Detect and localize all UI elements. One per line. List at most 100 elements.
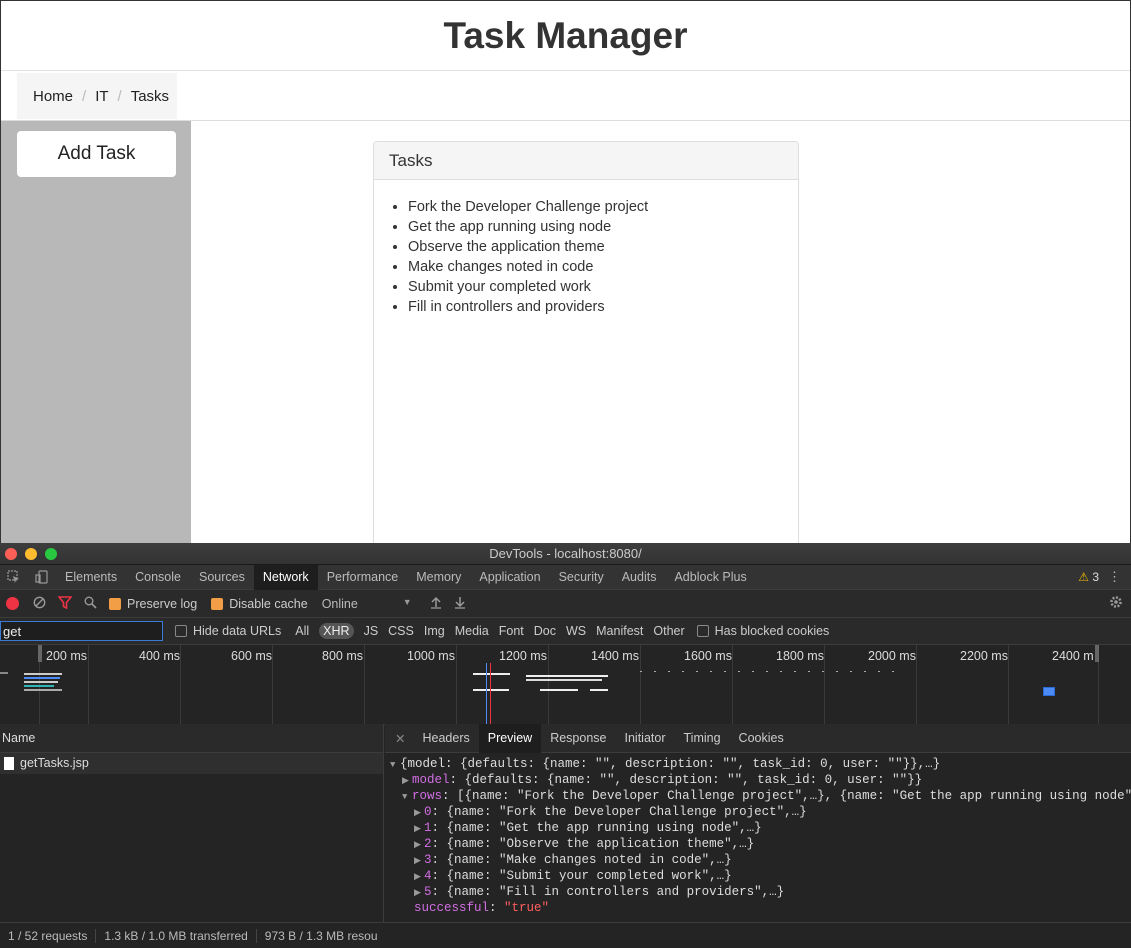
tab-headers[interactable]: Headers bbox=[413, 724, 478, 753]
dom-content-loaded-marker bbox=[486, 663, 487, 725]
warning-icon: ⚠ bbox=[1078, 570, 1089, 584]
tab-timing[interactable]: Timing bbox=[675, 724, 730, 753]
task-item: Get the app running using node bbox=[408, 217, 798, 237]
waterfall-bar bbox=[24, 681, 58, 683]
waterfall-bar bbox=[24, 689, 62, 691]
collapsed-arrow-icon: ▶ bbox=[402, 776, 409, 786]
tab-preview[interactable]: Preview bbox=[478, 723, 542, 753]
resources-size: 973 B / 1.3 MB resou bbox=[264, 928, 378, 943]
warnings-badge[interactable]: ⚠ 3 bbox=[1078, 570, 1099, 584]
network-toolbar: Preserve log Disable cache Online ▼ bbox=[0, 590, 1131, 618]
preserve-log-checkbox[interactable]: Preserve log bbox=[109, 597, 197, 611]
clear-icon[interactable] bbox=[33, 596, 46, 612]
tab-sources[interactable]: Sources bbox=[190, 565, 254, 590]
hide-data-urls-checkbox[interactable]: Hide data URLs bbox=[175, 624, 281, 638]
filter-type-ws[interactable]: WS bbox=[566, 624, 586, 638]
tab-cookies[interactable]: Cookies bbox=[730, 724, 793, 753]
tab-audits[interactable]: Audits bbox=[613, 565, 666, 590]
page-title: Task Manager bbox=[443, 14, 688, 56]
devtools-window: DevTools - localhost:8080/ Elements Cons… bbox=[0, 543, 1131, 948]
import-har-icon[interactable] bbox=[430, 596, 442, 612]
filter-type-css[interactable]: CSS bbox=[388, 624, 414, 638]
filter-type-doc[interactable]: Doc bbox=[534, 624, 556, 638]
devtools-title: DevTools - localhost:8080/ bbox=[489, 546, 642, 561]
request-row[interactable]: getTasks.jsp bbox=[0, 753, 383, 774]
timeline-handle-right[interactable] bbox=[1095, 645, 1099, 662]
minimize-window-button[interactable] bbox=[25, 548, 37, 560]
json-row-item[interactable]: ▶ 4: {name: "Submit your completed work",… bbox=[385, 868, 1131, 884]
add-task-button[interactable]: Add Task bbox=[17, 131, 176, 177]
more-options-icon[interactable]: ⋮ bbox=[1108, 569, 1121, 585]
json-successful-line: successful: "true" bbox=[414, 901, 550, 915]
json-rows-line[interactable]: ▼ rows: [{name: "Fork the Developer Chall… bbox=[385, 788, 1131, 804]
tasks-panel: Tasks Fork the Developer Challenge proje… bbox=[373, 141, 799, 543]
collapsed-arrow-icon: ▶ bbox=[414, 872, 421, 882]
request-name: getTasks.jsp bbox=[20, 756, 89, 770]
search-icon[interactable] bbox=[84, 596, 97, 612]
json-row-item[interactable]: ▶ 5: {name: "Fill in controllers and prov… bbox=[385, 884, 1131, 900]
network-timeline[interactable]: 200 ms 400 ms 600 ms 800 ms 1000 ms 1200… bbox=[0, 645, 1131, 725]
timeline-tick-label: 800 ms bbox=[322, 649, 363, 663]
inspect-element-icon[interactable] bbox=[0, 565, 28, 590]
breadcrumb-separator: / bbox=[117, 87, 122, 105]
filter-type-js[interactable]: JS bbox=[364, 624, 379, 638]
timeline-gridline bbox=[272, 645, 273, 725]
maximize-window-button[interactable] bbox=[45, 548, 57, 560]
tab-console[interactable]: Console bbox=[126, 565, 190, 590]
filter-type-img[interactable]: Img bbox=[424, 624, 445, 638]
collapsed-arrow-icon: ▶ bbox=[414, 888, 421, 898]
tab-performance[interactable]: Performance bbox=[318, 565, 408, 590]
json-row-item[interactable]: ▶ 2: {name: "Observe the application them… bbox=[385, 836, 1131, 852]
disable-cache-label: Disable cache bbox=[229, 596, 308, 611]
tab-response[interactable]: Response bbox=[541, 724, 615, 753]
timeline-gridline bbox=[916, 645, 917, 725]
filter-type-manifest[interactable]: Manifest bbox=[596, 624, 643, 638]
tab-application[interactable]: Application bbox=[470, 565, 549, 590]
breadcrumb-it[interactable]: IT bbox=[95, 88, 108, 105]
timeline-gridline bbox=[1008, 645, 1009, 725]
app-header: Task Manager bbox=[1, 1, 1130, 71]
timeline-gridline bbox=[180, 645, 181, 725]
json-model-line[interactable]: ▶ model: {defaults: {name: "", descriptio… bbox=[385, 772, 1131, 788]
has-blocked-cookies-checkbox[interactable]: Has blocked cookies bbox=[696, 624, 829, 638]
app-window: Task Manager Home / IT / Tasks Add Task … bbox=[0, 0, 1131, 543]
throttling-select[interactable]: Online ▼ bbox=[322, 597, 412, 611]
close-window-button[interactable] bbox=[5, 548, 17, 560]
export-har-icon[interactable] bbox=[454, 596, 466, 612]
json-value: [{name: "Fork the Developer Challenge pr… bbox=[457, 789, 1131, 803]
timeline-tick-label: 1800 ms bbox=[776, 649, 824, 663]
device-toolbar-icon[interactable] bbox=[28, 565, 56, 590]
detail-tab-bar: ✕ Headers Preview Response Initiator Tim… bbox=[385, 723, 1131, 753]
record-button[interactable] bbox=[6, 597, 19, 610]
filter-input[interactable] bbox=[0, 621, 163, 641]
filter-type-other[interactable]: Other bbox=[653, 624, 684, 638]
json-row-item[interactable]: ▶ 3: {name: "Make changes noted in code",… bbox=[385, 852, 1131, 868]
waterfall-bar bbox=[24, 673, 62, 675]
filter-type-xhr[interactable]: XHR bbox=[319, 623, 354, 639]
filter-type-all[interactable]: All bbox=[295, 624, 309, 638]
expanded-arrow-icon: ▼ bbox=[390, 760, 396, 770]
settings-gear-icon[interactable] bbox=[1109, 595, 1123, 612]
json-key: successful bbox=[414, 901, 490, 915]
name-column-header[interactable]: Name bbox=[0, 724, 383, 753]
json-value: {defaults: {name: "", description: "", t… bbox=[464, 773, 923, 787]
json-row-item[interactable]: ▶ 0: {name: "Fork the Developer Challenge… bbox=[385, 804, 1131, 820]
json-index: 0 bbox=[424, 805, 432, 819]
json-row-item[interactable]: ▶ 1: {name: "Get the app running using no… bbox=[385, 820, 1131, 836]
filter-type-media[interactable]: Media bbox=[455, 624, 489, 638]
filter-icon[interactable] bbox=[57, 595, 73, 612]
json-root-line[interactable]: ▼ {model: {defaults: {name: "", descripti… bbox=[385, 756, 1131, 772]
filter-type-font[interactable]: Font bbox=[499, 624, 524, 638]
tab-network[interactable]: Network bbox=[253, 564, 318, 590]
close-detail-icon[interactable]: ✕ bbox=[385, 731, 413, 746]
timeline-tick-label: 400 ms bbox=[139, 649, 180, 663]
tab-elements[interactable]: Elements bbox=[56, 565, 126, 590]
tab-initiator[interactable]: Initiator bbox=[616, 724, 675, 753]
waterfall-bar bbox=[526, 675, 608, 677]
tab-adblock-plus[interactable]: Adblock Plus bbox=[665, 565, 755, 590]
timeline-handle-left[interactable] bbox=[38, 645, 42, 662]
tab-memory[interactable]: Memory bbox=[407, 565, 470, 590]
tab-security[interactable]: Security bbox=[550, 565, 613, 590]
breadcrumb-home[interactable]: Home bbox=[33, 88, 73, 105]
disable-cache-checkbox[interactable]: Disable cache bbox=[211, 597, 308, 611]
